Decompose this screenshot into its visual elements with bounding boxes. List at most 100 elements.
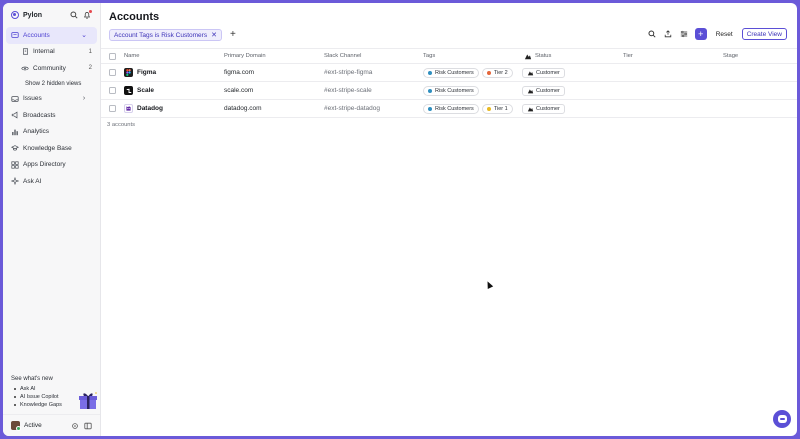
sidebar-item-label: Analytics: [23, 128, 50, 136]
tag-color-dot: [428, 70, 432, 75]
row-select-cell: [109, 64, 116, 81]
inbox-icon: [11, 95, 19, 103]
sidebar-item-ask-ai[interactable]: Ask AI: [3, 173, 100, 190]
building-icon: [21, 48, 29, 56]
eye-icon: [21, 64, 29, 72]
page-title: Accounts: [109, 11, 160, 23]
add-filter-icon[interactable]: +: [230, 30, 236, 40]
select-all-checkbox[interactable]: [109, 52, 116, 60]
table-row[interactable]: Scale scale.com #ext-stripe-scale Risk C…: [101, 82, 797, 100]
figma-logo-icon: [124, 68, 133, 77]
tag-label: Risk Customers: [435, 69, 474, 76]
search-icon[interactable]: [69, 10, 79, 20]
slack-channel-cell[interactable]: #ext-stripe-figma: [324, 64, 372, 81]
row-checkbox[interactable]: [109, 87, 116, 94]
chat-support-button[interactable]: [773, 410, 791, 428]
domain-cell: scale.com: [224, 87, 254, 94]
search-icon[interactable]: [646, 28, 658, 40]
table-row[interactable]: Figma figma.com #ext-stripe-figma Risk C…: [101, 64, 797, 82]
status-label: Customer: [536, 105, 560, 112]
column-header-stage[interactable]: Stage: [723, 49, 738, 63]
column-header-tags[interactable]: Tags: [423, 49, 435, 63]
sidebar-item-label: Ask AI: [23, 177, 42, 185]
account-count-text: 3 accounts: [107, 122, 136, 128]
slack-channel-cell[interactable]: #ext-stripe-scale: [324, 82, 372, 99]
sparkle-icon: [11, 177, 19, 186]
sidebar-item-issues[interactable]: Issues ›: [3, 91, 100, 108]
add-account-button[interactable]: +: [694, 28, 707, 40]
status-badge: Customer: [522, 67, 565, 78]
notification-dot: [89, 10, 92, 13]
reset-button[interactable]: Reset: [712, 28, 737, 40]
sidebar-item-community[interactable]: Community 2: [3, 60, 100, 77]
sidebar-item-label: Knowledge Base: [23, 144, 72, 152]
sliders-icon[interactable]: [678, 28, 690, 40]
status-badge: Customer: [522, 85, 565, 96]
filter-row: Account Tags is Risk Customers ✕ +: [109, 29, 236, 41]
account-name-cell[interactable]: Scale: [124, 82, 154, 99]
sidebar-item-analytics[interactable]: Analytics: [3, 124, 100, 141]
avatar[interactable]: [11, 421, 21, 431]
filter-label: Account Tags is Risk Customers: [114, 31, 208, 39]
tag-badge: Tier 1: [481, 103, 513, 114]
brand-bar: Pylon: [3, 3, 100, 27]
remove-filter-icon[interactable]: ✕: [211, 31, 217, 39]
user-status-text[interactable]: Active: [24, 422, 66, 429]
tag-label: Tier 2: [493, 69, 508, 76]
tag-badge: Risk Customers: [423, 103, 479, 114]
column-header-slack[interactable]: Slack Channel: [324, 49, 361, 63]
app-window: Pylon Accounts ⌄ Internal 1 Community 2 …: [3, 3, 797, 436]
column-header-status[interactable]: Status: [524, 49, 551, 63]
notification-bell-icon[interactable]: [82, 10, 92, 20]
create-view-button[interactable]: Create View: [741, 28, 787, 40]
sidebar-toggle-icon[interactable]: [83, 421, 92, 430]
column-header-status-label: Status: [535, 53, 552, 59]
sidebar-item-label: Community: [33, 64, 66, 72]
grid-icon: [11, 161, 19, 169]
tags-cell[interactable]: Risk Customers: [423, 82, 482, 99]
status-label: Customer: [536, 87, 560, 94]
whats-new-panel[interactable]: See what's new Ask AI AI Issue Copilot K…: [11, 376, 97, 409]
sidebar-item-broadcasts[interactable]: Broadcasts: [3, 107, 100, 124]
account-name-cell[interactable]: Figma: [124, 64, 156, 81]
tags-cell[interactable]: Risk Customers Tier 1: [423, 100, 516, 117]
sidebar: Pylon Accounts ⌄ Internal 1 Community 2 …: [3, 3, 101, 436]
tags-cell[interactable]: Risk Customers Tier 2: [423, 64, 516, 81]
chevron-down-icon[interactable]: ⌄: [80, 31, 88, 39]
status-badge: Customer: [522, 103, 565, 114]
status-cell[interactable]: Customer: [522, 64, 565, 81]
sidebar-item-apps-directory[interactable]: Apps Directory: [3, 157, 100, 174]
sidebar-item-internal[interactable]: Internal 1: [3, 44, 100, 61]
slack-channel-cell[interactable]: #ext-stripe-datadog: [324, 100, 380, 117]
tag-color-dot: [486, 70, 491, 75]
status-cell[interactable]: Customer: [522, 100, 565, 117]
brand-name: Pylon: [23, 11, 43, 19]
table-row[interactable]: Datadog datadog.com #ext-stripe-datadog …: [101, 100, 797, 118]
row-checkbox[interactable]: [109, 69, 116, 76]
sidebar-item-label: Broadcasts: [23, 111, 56, 119]
status-cell[interactable]: Customer: [522, 82, 565, 99]
account-name: Figma: [137, 69, 157, 76]
column-header-name[interactable]: Name: [124, 49, 139, 63]
show-hidden-views-link[interactable]: Show 2 hidden views: [3, 77, 100, 91]
whats-new-title: See what's new: [11, 376, 53, 382]
column-header-domain[interactable]: Primary Domain: [224, 49, 266, 63]
sidebar-item-knowledge-base[interactable]: Knowledge Base: [3, 140, 100, 157]
row-checkbox[interactable]: [109, 105, 116, 112]
active-filter-chip[interactable]: Account Tags is Risk Customers ✕: [109, 29, 222, 41]
export-icon[interactable]: [662, 28, 674, 40]
mouse-cursor-icon: [484, 280, 494, 289]
status-column-icon: [524, 54, 532, 59]
customer-status-icon: [527, 70, 534, 75]
account-name-cell[interactable]: Datadog: [124, 100, 163, 117]
chevron-right-icon[interactable]: ›: [80, 95, 88, 103]
account-name: Datadog: [137, 105, 163, 112]
settings-gear-icon[interactable]: [70, 421, 79, 430]
user-status-bar: Active: [3, 414, 100, 436]
tag-color-dot: [486, 106, 491, 111]
sidebar-item-accounts[interactable]: Accounts ⌄: [6, 27, 97, 44]
select-all-cell: [109, 49, 116, 63]
tag-badge: Risk Customers: [423, 85, 479, 96]
row-select-cell: [109, 100, 116, 117]
column-header-tier[interactable]: Tier: [623, 49, 633, 63]
